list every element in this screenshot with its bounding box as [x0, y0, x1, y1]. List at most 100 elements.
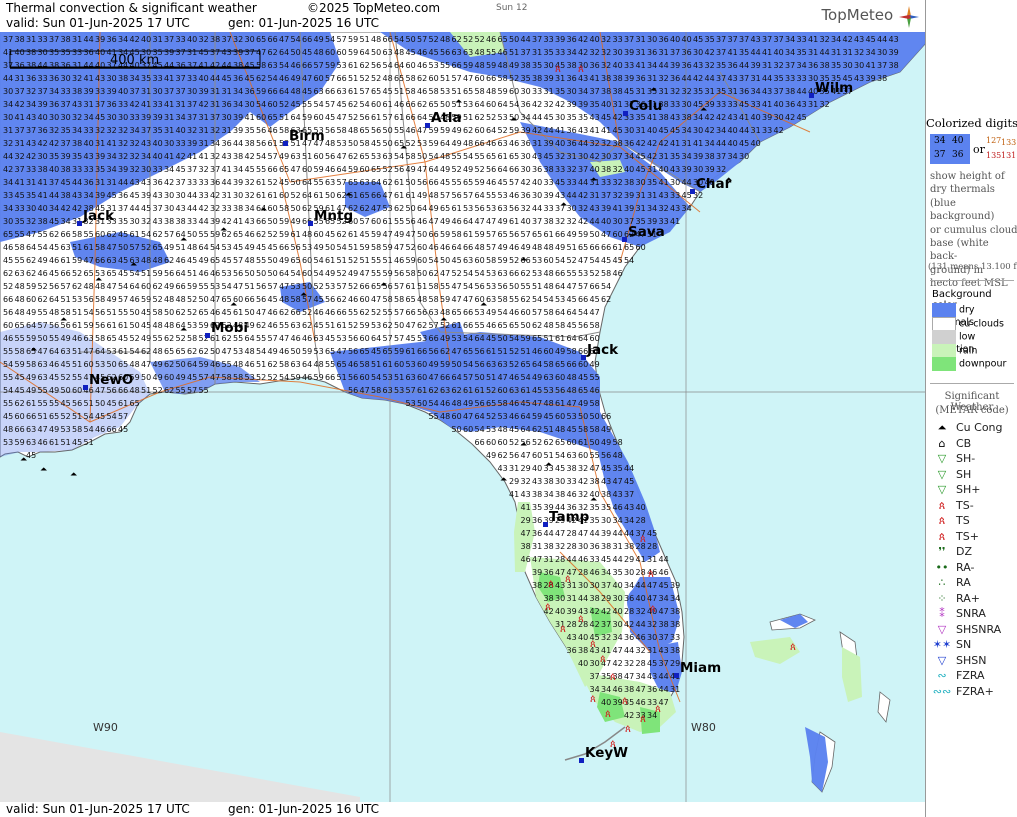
thermal-height-digit: 30 [555, 594, 565, 603]
thermal-height-digit: 43 [889, 35, 899, 44]
thermal-height-digit: 61 [118, 347, 128, 356]
thermal-height-digit: 52 [38, 282, 48, 291]
thermal-height-digit: 45 [141, 204, 151, 213]
thermal-height-digit: 40 [532, 178, 542, 187]
thermal-height-digit: 43 [797, 100, 807, 109]
thermal-height-digit: 47 [383, 191, 393, 200]
thermal-height-digit: 45 [26, 451, 36, 460]
thermal-height-digit: 59 [325, 61, 335, 70]
thermal-height-digit: 55 [72, 373, 82, 382]
thermal-height-digit: 35 [670, 152, 680, 161]
thermal-height-digit: 47 [452, 295, 462, 304]
thermal-height-digit: 66 [3, 295, 13, 304]
thermal-height-digit: 54 [279, 61, 289, 70]
thermal-height-digit: 63 [15, 269, 25, 278]
weather-legend-item: ∴ RA [932, 576, 971, 589]
thermal-height-digit: 31 [647, 191, 657, 200]
significant-weather-subtitle: (METAR code) [935, 405, 1009, 416]
thermal-height-digit: 32 [716, 165, 726, 174]
thermal-height-digit: 39 [118, 165, 128, 174]
thermal-height-digit: 51 [371, 360, 381, 369]
thermal-height-digit: 45 [429, 48, 439, 57]
thermal-height-digit: 39 [233, 48, 243, 57]
thermal-height-digit: 63 [325, 178, 335, 187]
thermal-height-digit: 39 [751, 61, 761, 70]
thermal-height-digit: 45 [118, 425, 128, 434]
city-label[interactable]: Mntg [314, 208, 353, 224]
thermal-height-digit: 39 [107, 87, 117, 96]
thermal-height-digit: 50 [61, 386, 71, 395]
thermal-height-digit: 56 [348, 347, 358, 356]
thermal-height-digit: 54 [429, 399, 439, 408]
thermal-height-digit: 60 [613, 230, 623, 239]
thermal-height-digit: 42 [843, 35, 853, 44]
thermal-height-digit: 63 [498, 204, 508, 213]
thermal-height-digit: 28 [567, 542, 577, 551]
thermal-height-digit: 60 [417, 360, 427, 369]
thermal-height-digit: 60 [302, 269, 312, 278]
thermal-height-digit: 41 [3, 48, 13, 57]
city-label[interactable]: Tamp [549, 509, 590, 525]
colorized-note: (131 means 13.100 ft) [928, 262, 1017, 272]
thermal-height-digit: 61 [613, 243, 623, 252]
city-label[interactable]: Birm [289, 128, 325, 144]
thermal-height-digit: 66 [452, 61, 462, 70]
thermal-height-digit: 61 [509, 217, 519, 226]
thermal-height-digit: 63 [38, 373, 48, 382]
thermal-height-digit: 47 [486, 217, 496, 226]
city-label[interactable]: KeyW [585, 745, 628, 761]
city-label[interactable]: Miam [680, 660, 721, 676]
cu-cong-icon: ⏶ [70, 470, 78, 480]
thermal-height-digit: 31 [107, 178, 117, 187]
weather-map[interactable]: 37 38 31 33 37 38 31 44 39 36 34 42 40 31 37 33 40 32 38 37… [0, 32, 925, 802]
thermal-height-digit: 37 [716, 152, 726, 161]
thermal-height-digit: 46 [613, 685, 623, 694]
thermal-height-digit: 61 [26, 399, 36, 408]
thermal-height-digit: 55 [3, 373, 13, 382]
thermal-height-digit: 61 [325, 256, 335, 265]
city-label[interactable]: Atla [431, 110, 462, 126]
thermal-height-digit: 60 [15, 412, 25, 421]
city-label[interactable]: NewO [89, 372, 133, 388]
thermal-height-digit: 56 [325, 126, 335, 135]
thermal-height-digit: 33 [72, 48, 82, 57]
thermal-height-digit: 57 [118, 295, 128, 304]
thermal-height-digit: 50 [498, 334, 508, 343]
thermal-height-digit: 64 [176, 269, 186, 278]
thermal-height-digit: 58 [279, 204, 289, 213]
thermal-height-digit: 34 [141, 152, 151, 161]
thermal-height-digit: 34 [624, 152, 634, 161]
thermal-height-digit: 41 [808, 35, 818, 44]
thermal-height-digit: 37 [141, 126, 151, 135]
weather-legend-label: SNRA [956, 607, 986, 620]
city-label[interactable]: Jack [586, 342, 619, 358]
city-label[interactable]: Char [696, 176, 732, 192]
city-label[interactable]: Wilm [815, 80, 853, 96]
city-label[interactable]: Jack [82, 208, 115, 224]
thermal-height-digit: 66 [176, 282, 186, 291]
city-label[interactable]: Mobi [211, 320, 248, 336]
thermal-height-digit: 66 [291, 308, 301, 317]
thermal-height-digit: 62 [440, 347, 450, 356]
thermal-height-digit: 65 [578, 243, 588, 252]
thermal-height-digit: 49 [463, 399, 473, 408]
thermal-height-digit: 46 [452, 217, 462, 226]
thermal-height-digit: 46 [279, 74, 289, 83]
weather-legend-item: ▽ SH- [932, 452, 975, 465]
city-label[interactable]: Colu [629, 98, 662, 114]
thermal-height-digit: 60 [509, 87, 519, 96]
thermal-height-digit: 55 [256, 165, 266, 174]
thermal-height-digit: 62 [452, 386, 462, 395]
thermal-height-digit: 65 [371, 87, 381, 96]
thermal-height-digit: 51 [532, 282, 542, 291]
thermal-height-digit: 53 [383, 204, 393, 213]
thermal-height-digit: 32 [590, 48, 600, 57]
thermal-height-digit: 43 [624, 503, 634, 512]
thermal-height-digit: 31 [682, 139, 692, 148]
thermal-height-digit: 34 [797, 61, 807, 70]
thermal-height-digit: 46 [3, 334, 13, 343]
thermal-height-digit: 45 [371, 139, 381, 148]
city-label[interactable]: Sava [628, 224, 665, 240]
map-canvas[interactable]: 37 38 31 33 37 38 31 44 39 36 34 42 40 31 37 33 40 32 38 37… [0, 32, 925, 802]
thermal-height-digit: 33 [716, 100, 726, 109]
